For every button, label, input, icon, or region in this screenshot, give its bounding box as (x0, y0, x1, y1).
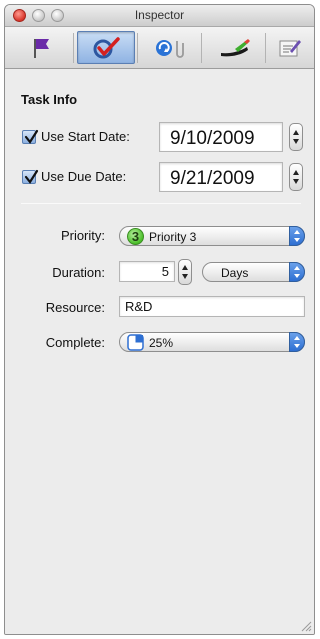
stepper-down-arrow[interactable] (182, 274, 188, 279)
flag-icon (34, 38, 49, 58)
stepper-up-arrow[interactable] (182, 265, 188, 270)
use-start-date-checkbox[interactable] (22, 129, 39, 144)
window-title: Inspector (134, 8, 185, 22)
stepper-down-arrow[interactable] (293, 179, 299, 184)
start-date-stepper[interactable] (289, 123, 303, 151)
stepper-up-arrow[interactable] (293, 130, 299, 135)
resource-field[interactable]: R&D (119, 296, 305, 317)
toolbar-separator (137, 33, 138, 63)
attachment-tab-button[interactable] (141, 31, 199, 64)
duration-unit-popup[interactable]: Days (202, 262, 305, 282)
duration-stepper[interactable] (178, 259, 192, 285)
flag-tab-button[interactable] (13, 31, 71, 64)
notes-icon (279, 39, 301, 56)
notes-tab-button[interactable] (269, 31, 311, 64)
popup-arrows-icon (289, 332, 305, 352)
task-check-icon (93, 36, 120, 58)
use-due-date-label: Use Due Date: (41, 169, 127, 184)
stepper-down-arrow[interactable] (293, 139, 299, 144)
toolbar-separator (265, 33, 266, 63)
priority-badge: 3 (127, 228, 144, 245)
start-date-field[interactable]: 9/10/2009 (159, 122, 283, 152)
duration-field[interactable]: 5 (119, 261, 175, 282)
complete-value: 25% (149, 336, 174, 350)
inspector-window: Inspector Task Info Use Start Date: 9/10… (4, 4, 315, 635)
toolbar-separator (201, 33, 202, 63)
brush-icon (221, 38, 250, 56)
resize-grip-icon[interactable] (300, 620, 312, 632)
use-due-date-checkbox[interactable] (22, 169, 39, 184)
task-info-panel: Task Info Use Start Date: 9/10/2009 Use … (5, 70, 314, 634)
section-title: Task Info (21, 92, 78, 107)
priority-value: Priority 3 (149, 230, 197, 244)
inspector-toolbar (5, 27, 314, 69)
task-tab-button[interactable] (77, 31, 135, 64)
popup-arrows-icon (289, 226, 305, 246)
style-tab-button[interactable] (205, 31, 263, 64)
resource-label: Resource: (45, 300, 105, 315)
complete-popup[interactable]: 25% (119, 332, 305, 352)
duration-label: Duration: (52, 265, 105, 280)
popup-arrows-icon (289, 262, 305, 282)
toolbar-separator (73, 33, 74, 63)
stepper-up-arrow[interactable] (293, 170, 299, 175)
link-attachment-icon (156, 39, 184, 58)
checkmark-icon (24, 129, 39, 144)
complete-label: Complete: (45, 335, 105, 350)
checkmark-icon (24, 169, 39, 184)
priority-popup[interactable]: 3 Priority 3 (119, 226, 305, 246)
priority-label: Priority: (60, 228, 105, 243)
duration-unit-value: Days (221, 266, 249, 280)
due-date-field[interactable]: 9/21/2009 (159, 162, 283, 192)
use-start-date-label: Use Start Date: (41, 129, 130, 144)
progress-pie-icon (127, 334, 144, 351)
title-bar[interactable]: Inspector (5, 5, 314, 27)
due-date-stepper[interactable] (289, 163, 303, 191)
divider (21, 203, 301, 204)
